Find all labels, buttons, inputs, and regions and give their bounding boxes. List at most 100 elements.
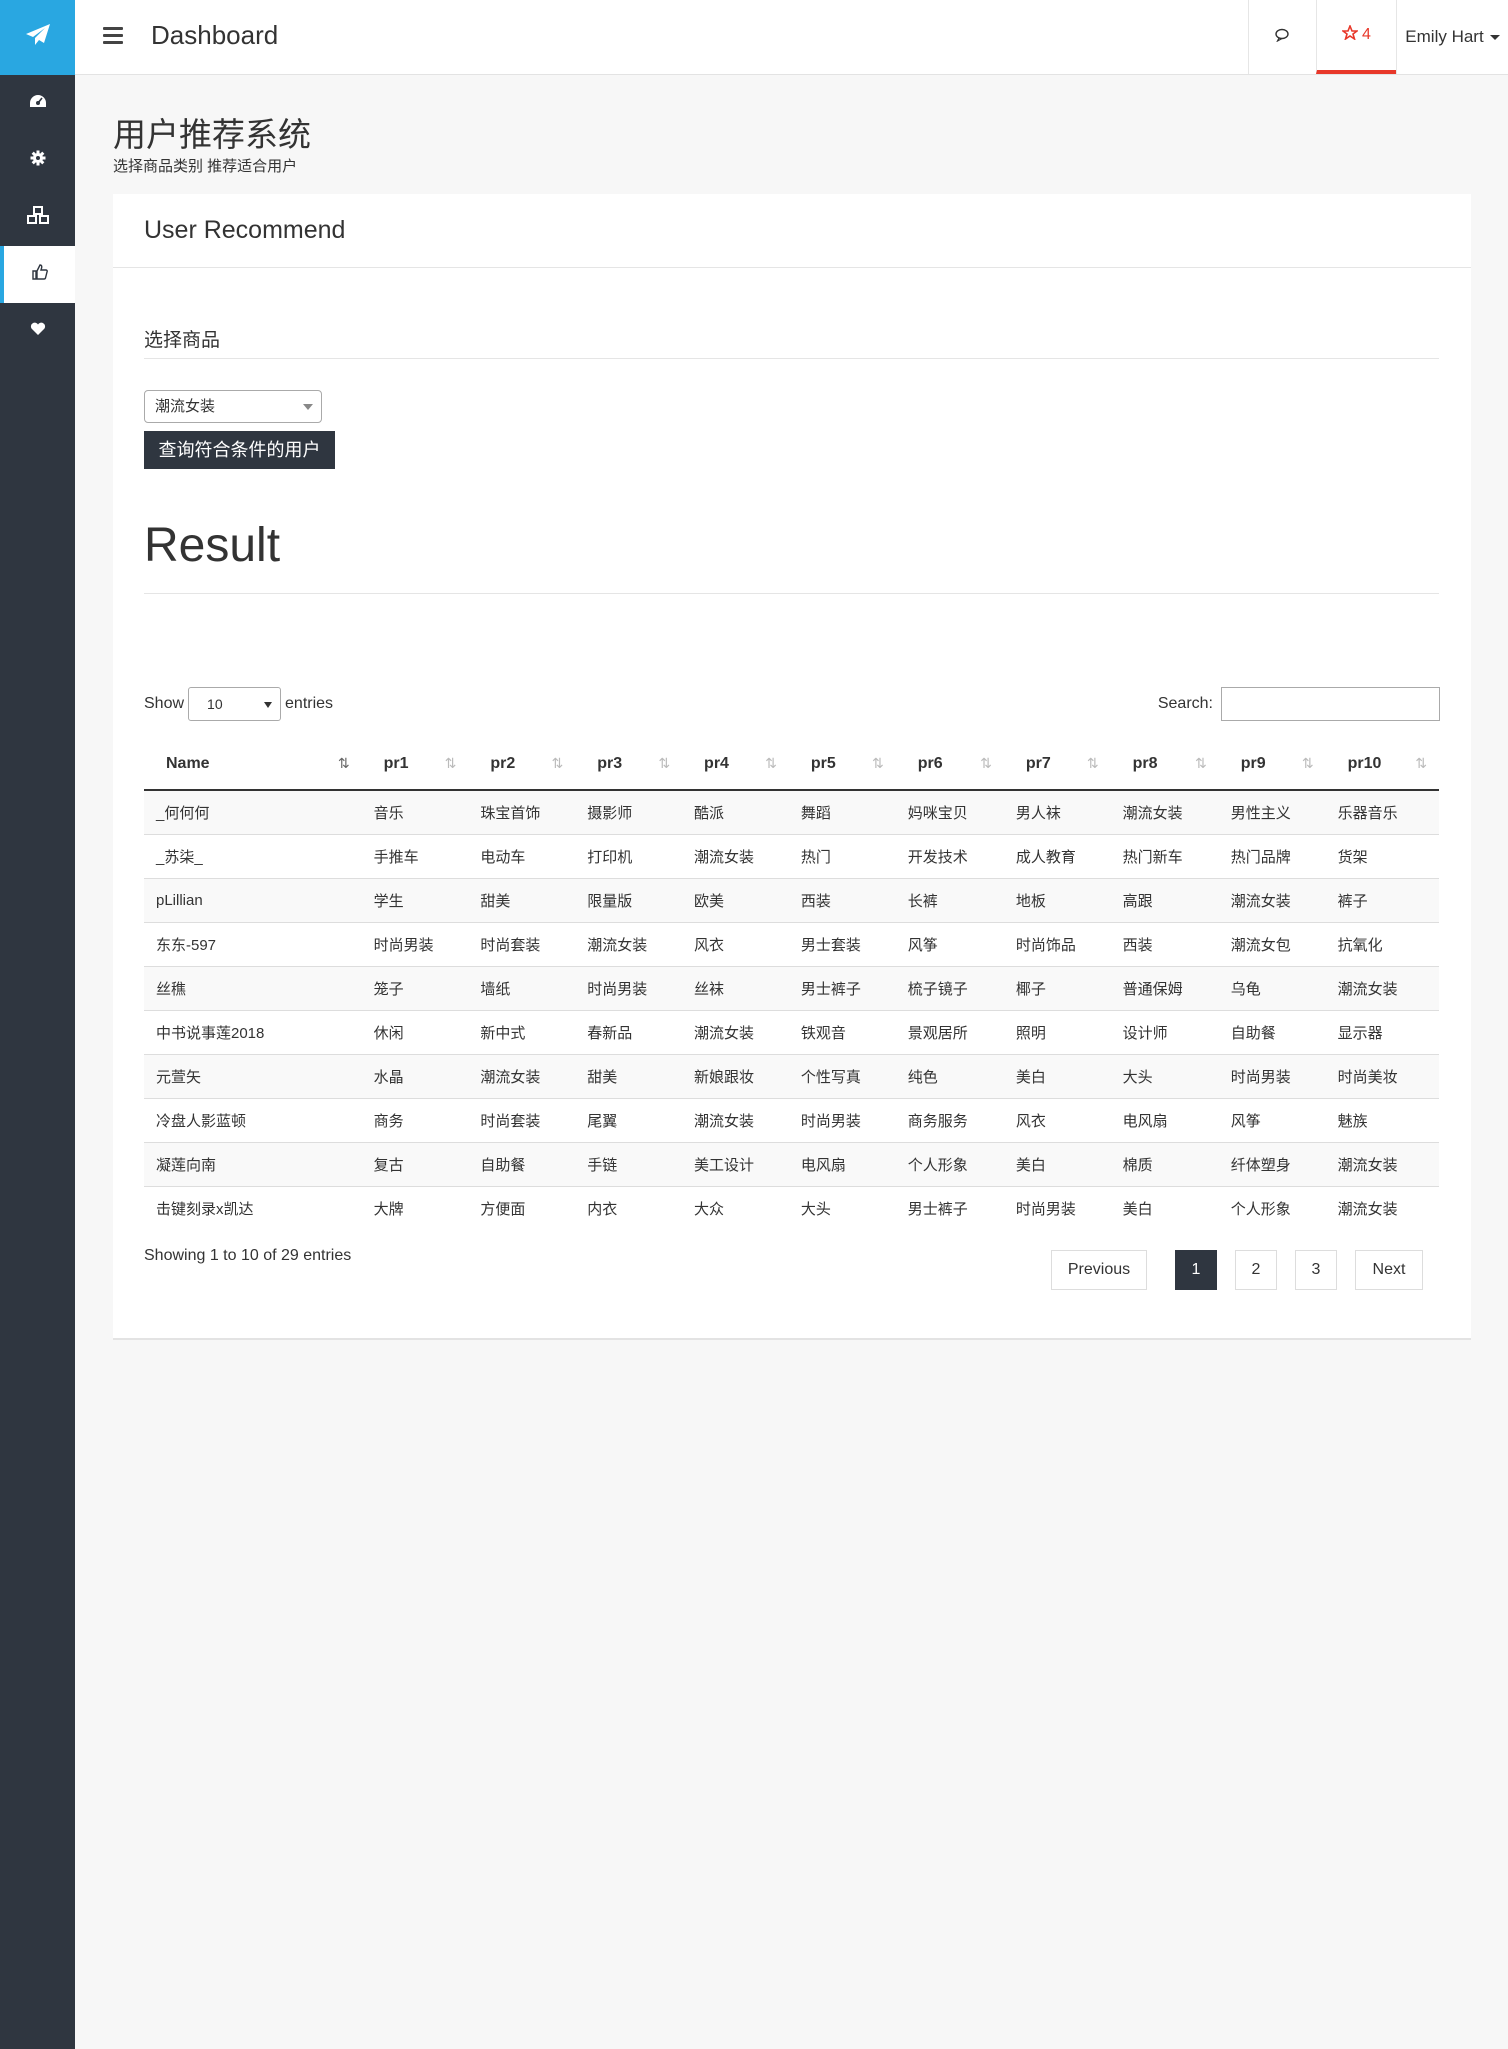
table-row[interactable]: 凝莲向南 复古 自助餐 手链 美工设计 电风扇 个人形象 美白 棉质 纤体塑身 潮流女装: [144, 1141, 1439, 1186]
table-cell: 妈咪宝贝: [895, 789, 1004, 834]
column-header-pr5[interactable]: pr5 ⇅: [788, 739, 896, 791]
table-cell: 珠宝首饰: [468, 789, 576, 834]
page-2-button[interactable]: 2: [1235, 1250, 1277, 1290]
table-cell: 个人形象: [1218, 1185, 1326, 1230]
table-cell: 美白: [1003, 1053, 1111, 1098]
caret-down-icon: [1489, 34, 1500, 40]
next-page-button[interactable]: Next: [1355, 1250, 1423, 1290]
search-input[interactable]: [1221, 687, 1440, 721]
sort-icon: ⇅: [337, 755, 350, 771]
sort-icon: ⇅: [658, 755, 671, 771]
brand-logo[interactable]: [0, 0, 75, 75]
result-title: Result: [144, 519, 281, 572]
table-cell: 梳子镜子: [895, 965, 1004, 1010]
sidebar-item-settings[interactable]: [0, 132, 75, 189]
table-cell: 电风扇: [788, 1141, 896, 1186]
table-cell: 甜美: [468, 877, 576, 922]
page-subtitle: 选择商品类别 推荐适合用户: [113, 158, 298, 175]
page-1-button[interactable]: 1: [1175, 1250, 1217, 1290]
table-cell: 水晶: [361, 1053, 469, 1098]
category-select-value: 潮流女装: [155, 398, 216, 415]
column-header-pr2[interactable]: pr2 ⇅: [468, 739, 576, 791]
table-cell: 潮流女装: [1218, 877, 1326, 922]
table-row[interactable]: 击键刻录x凯达 大牌 方便面 内衣 大众 大头 男士裤子 时尚男装 美白 个人形象 潮流女装: [144, 1185, 1439, 1230]
table-cell: 潮流女装: [1110, 789, 1219, 834]
section-label: 选择商品: [144, 330, 221, 351]
page-3-button[interactable]: 3: [1295, 1250, 1337, 1290]
column-header-pr10[interactable]: pr10 ⇅: [1325, 739, 1439, 791]
sidebar: [0, 0, 75, 2049]
column-header-pr3[interactable]: pr3 ⇅: [575, 739, 683, 791]
entries-label: entries: [285, 695, 334, 712]
previous-page-button[interactable]: Previous: [1051, 1250, 1147, 1290]
recommend-panel: User Recommend 选择商品 潮流女装 查询符合条件的用户 Resul…: [113, 194, 1471, 1340]
column-header-name[interactable]: Name ⇅: [144, 739, 362, 791]
gear-icon: [30, 150, 46, 171]
column-header-label: Name: [166, 755, 210, 772]
table-cell: 欧美: [682, 877, 789, 922]
table-cell: 时尚套装: [468, 1097, 576, 1142]
table-cell: 成人教育: [1003, 833, 1111, 878]
column-header-pr6[interactable]: pr6 ⇅: [895, 739, 1004, 791]
table-cell: 潮流女装: [575, 921, 683, 966]
table-cell: 限量版: [575, 877, 683, 922]
column-header-pr9[interactable]: pr9 ⇅: [1218, 739, 1326, 791]
table-row[interactable]: 丝穛 笼子 墙纸 时尚男装 丝袜 男士裤子 梳子镜子 椰子 普通保姆 乌龟 潮流女装: [144, 965, 1439, 1010]
sort-icon: ⇅: [1415, 755, 1427, 771]
column-header-pr4[interactable]: pr4 ⇅: [682, 739, 789, 791]
column-header-pr8[interactable]: pr8 ⇅: [1110, 739, 1219, 791]
cubes-icon: [26, 206, 49, 229]
table-cell: 时尚套装: [468, 921, 576, 966]
table-cell: 墙纸: [468, 965, 576, 1010]
sort-icon: ⇅: [551, 755, 564, 771]
page-length-control: Show 10 entries: [144, 687, 333, 721]
table-cell: 显示器: [1325, 1009, 1439, 1054]
table-cell: 铁观音: [788, 1009, 896, 1054]
table-cell: 时尚男装: [1218, 1053, 1326, 1098]
top-navbar: Dashboard 4 Emily Hart: [75, 0, 1508, 75]
menu-toggle-icon[interactable]: [103, 27, 123, 45]
table-cell: 复古: [361, 1141, 469, 1186]
sidebar-item-dashboard[interactable]: [0, 75, 75, 132]
page-length-select[interactable]: 10: [188, 687, 282, 721]
user-menu[interactable]: Emily Hart: [1396, 0, 1508, 74]
divider: [113, 267, 1471, 268]
table-row[interactable]: 元萱矢 水晶 潮流女装 甜美 新娘跟妆 个性写真 纯色 美白 大头 时尚男装 时尚美妆: [144, 1053, 1439, 1098]
table-row[interactable]: 冷盘人影蓝顿 商务 时尚套装 尾翼 潮流女装 时尚男装 商务服务 风衣 电风扇 风筝 魅族: [144, 1097, 1439, 1142]
page-length-value: 10: [207, 696, 223, 712]
table-cell: 摄影师: [575, 789, 683, 834]
table-cell: 男性主义: [1218, 789, 1326, 834]
table-cell: 乐器音乐: [1325, 789, 1439, 834]
table-cell: 时尚美妆: [1325, 1053, 1439, 1098]
query-users-button[interactable]: 查询符合条件的用户: [144, 431, 335, 469]
table-row[interactable]: 中书说事莲2018 休闲 新中式 春新品 潮流女装 铁观音 景观居所 照明 设计师 自助餐 显示器: [144, 1009, 1439, 1054]
table-cell: 时尚男装: [788, 1097, 896, 1142]
pagination: Previous 123 Next: [1051, 1250, 1423, 1290]
table-cell: 裤子: [1325, 877, 1439, 922]
table-cell: 男士裤子: [895, 1185, 1004, 1230]
messages-button[interactable]: [1248, 0, 1316, 74]
table-row[interactable]: 东东-597 时尚男装 时尚套装 潮流女装 风衣 男士套装 风筝 时尚饰品 西装 潮流女包 抗氧化: [144, 921, 1439, 966]
notifications-button[interactable]: 4: [1316, 0, 1396, 74]
navbar-title: Dashboard: [151, 20, 279, 50]
notification-count: 4: [1362, 26, 1371, 43]
table-row[interactable]: pLillian 学生 甜美 限量版 欧美 西装 长裤 地板 高跟 潮流女装 裤子: [144, 877, 1439, 922]
table-cell: 普通保姆: [1110, 965, 1219, 1010]
table-row[interactable]: _苏柒_ 手推车 电动车 打印机 潮流女装 热门 开发技术 成人教育 热门新车 热门品牌 货架: [144, 833, 1439, 878]
sidebar-item-cubes[interactable]: [0, 189, 75, 246]
table-cell: 纯色: [895, 1053, 1004, 1098]
sidebar-item-recommend[interactable]: [0, 246, 75, 303]
category-select[interactable]: 潮流女装: [144, 390, 322, 423]
table-cell: 潮流女装: [1325, 1185, 1439, 1230]
table-cell: 个人形象: [895, 1141, 1004, 1186]
column-header-pr7[interactable]: pr7 ⇅: [1003, 739, 1111, 791]
table-row[interactable]: _何何何 音乐 珠宝首饰 摄影师 酷派 舞蹈 妈咪宝贝 男人袜 潮流女装 男性主义 乐器音乐: [144, 789, 1439, 834]
table-cell: 休闲: [361, 1009, 469, 1054]
column-header-pr1[interactable]: pr1 ⇅: [361, 739, 469, 791]
column-header-label: pr8: [1132, 755, 1158, 772]
comments-icon: [1274, 28, 1291, 47]
table-cell: 舞蹈: [788, 789, 896, 834]
sidebar-item-favorites[interactable]: [0, 303, 75, 360]
table-cell: 大头: [1110, 1053, 1219, 1098]
table-cell: 潮流女装: [1325, 965, 1439, 1010]
